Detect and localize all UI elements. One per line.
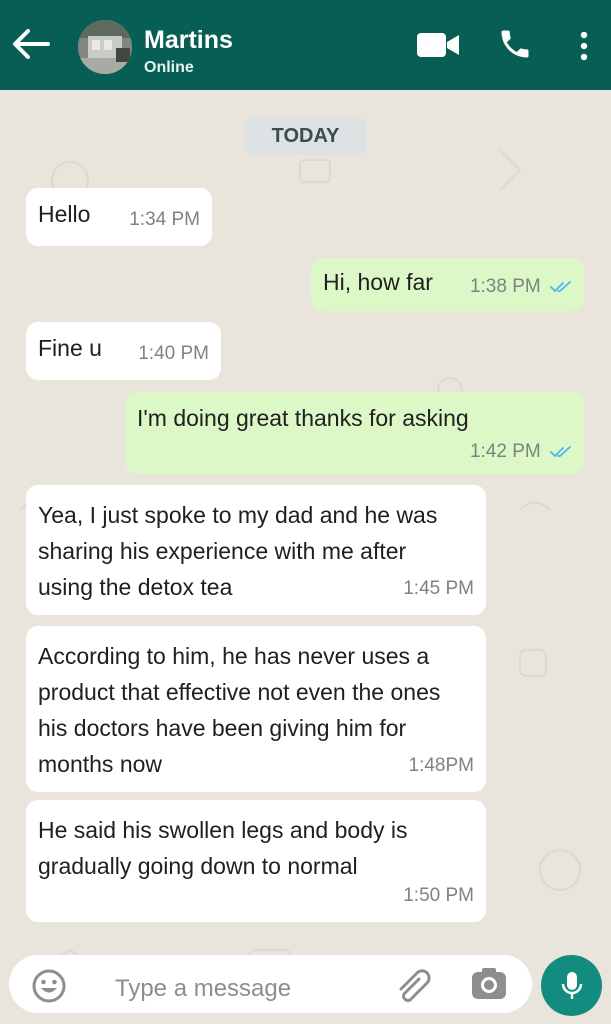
message-meta: 1:42 PM <box>470 434 572 470</box>
message-incoming[interactable]: Yea, I just spoke to my dad and he was s… <box>26 485 486 615</box>
message-time: 1:34 PM <box>129 209 200 230</box>
message-composer <box>9 955 532 1013</box>
message-time: 1:48PM <box>408 755 474 776</box>
message-time: 1:45 PM <box>403 578 474 599</box>
arrow-left-icon[interactable] <box>10 26 52 62</box>
message-incoming[interactable]: Fine u 1:40 PM <box>26 322 221 380</box>
camera-icon[interactable] <box>470 967 508 1001</box>
message-text: Yea, I just spoke to my dad and he was s… <box>38 502 438 600</box>
message-incoming[interactable]: He said his swollen legs and body is gra… <box>26 800 486 922</box>
message-text: Hi, how far <box>323 269 433 295</box>
contact-status: Online <box>144 59 194 76</box>
more-vertical-icon[interactable] <box>578 30 590 62</box>
avatar[interactable] <box>78 20 132 74</box>
video-call-icon[interactable] <box>416 31 460 59</box>
phone-icon[interactable] <box>497 26 533 62</box>
message-input[interactable] <box>113 974 377 1004</box>
message-time: 1:40 PM <box>138 343 209 364</box>
message-text: I'm doing great thanks for asking <box>137 405 469 431</box>
message-time: 1:50 PM <box>403 885 474 906</box>
message-outgoing[interactable]: I'm doing great thanks for asking 1:42 P… <box>125 392 584 474</box>
avatar-photo-icon <box>78 20 132 74</box>
message-text: According to him, he has never uses a pr… <box>38 643 441 777</box>
message-text: Fine u <box>38 335 102 361</box>
mic-button[interactable] <box>541 955 602 1016</box>
message-text: He said his swollen legs and body is gra… <box>38 817 408 879</box>
chat-header: Martins Online <box>0 0 611 90</box>
message-incoming[interactable]: According to him, he has never uses a pr… <box>26 626 486 792</box>
message-time: 1:42 PM <box>469 441 541 462</box>
emoji-icon[interactable] <box>31 968 67 1004</box>
mic-icon <box>561 971 582 999</box>
contact-name[interactable]: Martins <box>144 26 233 55</box>
message-meta: 1:38 PM <box>470 269 572 305</box>
double-check-icon <box>550 446 571 457</box>
message-outgoing[interactable]: Hi, how far 1:38 PM <box>311 258 584 311</box>
date-separator: TODAY <box>245 118 366 155</box>
message-text: Hello <box>38 201 91 227</box>
attach-icon[interactable] <box>393 967 437 1005</box>
double-check-icon <box>550 281 571 292</box>
message-incoming[interactable]: Hello 1:34 PM <box>26 188 212 246</box>
message-time: 1:38 PM <box>469 276 541 297</box>
